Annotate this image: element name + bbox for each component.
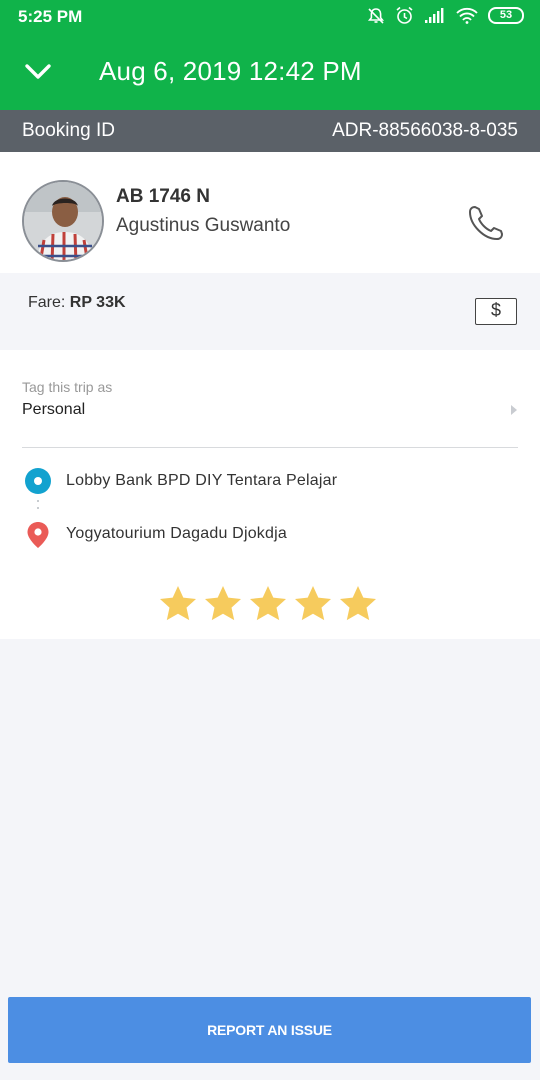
divider <box>22 447 518 448</box>
phone-icon <box>466 206 508 246</box>
page-title: Aug 6, 2019 12:42 PM <box>99 56 362 86</box>
trip-card: Tag this trip as Personal Lobby Bank BPD… <box>0 350 540 639</box>
fare-row: Fare: RP 33K $ <box>0 273 540 350</box>
fare-amount: RP 33K <box>69 294 126 311</box>
tag-trip-label: Tag this trip as <box>22 379 113 395</box>
app-bar: Aug 6, 2019 12:42 PM <box>0 34 540 110</box>
vehicle-plate: AB 1746 N <box>116 186 210 207</box>
booking-id-value: ADR-88566038-8-035 <box>332 120 518 141</box>
status-bar: 5:25 PM 53 <box>0 0 540 34</box>
dropoff-pin-icon <box>26 521 50 549</box>
tag-trip-selector[interactable]: Tag this trip as Personal <box>0 350 540 447</box>
booking-id-label: Booking ID <box>22 120 115 141</box>
fare-text: Fare: RP 33K <box>28 294 126 312</box>
tag-trip-value: Personal <box>22 401 86 418</box>
signal-icon <box>424 7 446 24</box>
status-time: 5:25 PM <box>18 7 83 26</box>
booking-id-bar: Booking ID ADR-88566038-8-035 <box>0 110 540 152</box>
driver-avatar <box>22 180 104 262</box>
cash-icon: $ <box>475 298 517 325</box>
driver-name: Agustinus Guswanto <box>116 215 291 236</box>
chevron-right-icon <box>511 405 517 415</box>
trip-rating[interactable] <box>158 584 383 624</box>
pickup-address: Lobby Bank BPD DIY Tentara Pelajar <box>66 472 338 489</box>
battery-icon: 53 <box>488 7 524 24</box>
fare-label: Fare: <box>28 294 66 311</box>
star-icon[interactable] <box>203 584 243 624</box>
wifi-icon <box>456 7 478 24</box>
alarm-icon <box>395 6 414 25</box>
status-icons: 53 <box>367 6 524 25</box>
report-issue-button[interactable]: REPORT AN ISSUE <box>8 997 531 1063</box>
chevron-down-icon <box>14 64 62 98</box>
notifications-off-icon <box>367 7 385 25</box>
star-icon[interactable] <box>158 584 198 624</box>
collapse-button[interactable] <box>14 50 62 94</box>
pickup-location-icon <box>25 468 51 494</box>
dropoff-address: Yogyatourium Dagadu Djokdja <box>66 525 287 542</box>
route-connector <box>37 500 39 516</box>
star-icon[interactable] <box>293 584 333 624</box>
driver-card: AB 1746 N Agustinus Guswanto <box>0 152 540 273</box>
star-icon[interactable] <box>338 584 378 624</box>
star-icon[interactable] <box>248 584 288 624</box>
call-driver-button[interactable] <box>466 202 508 242</box>
